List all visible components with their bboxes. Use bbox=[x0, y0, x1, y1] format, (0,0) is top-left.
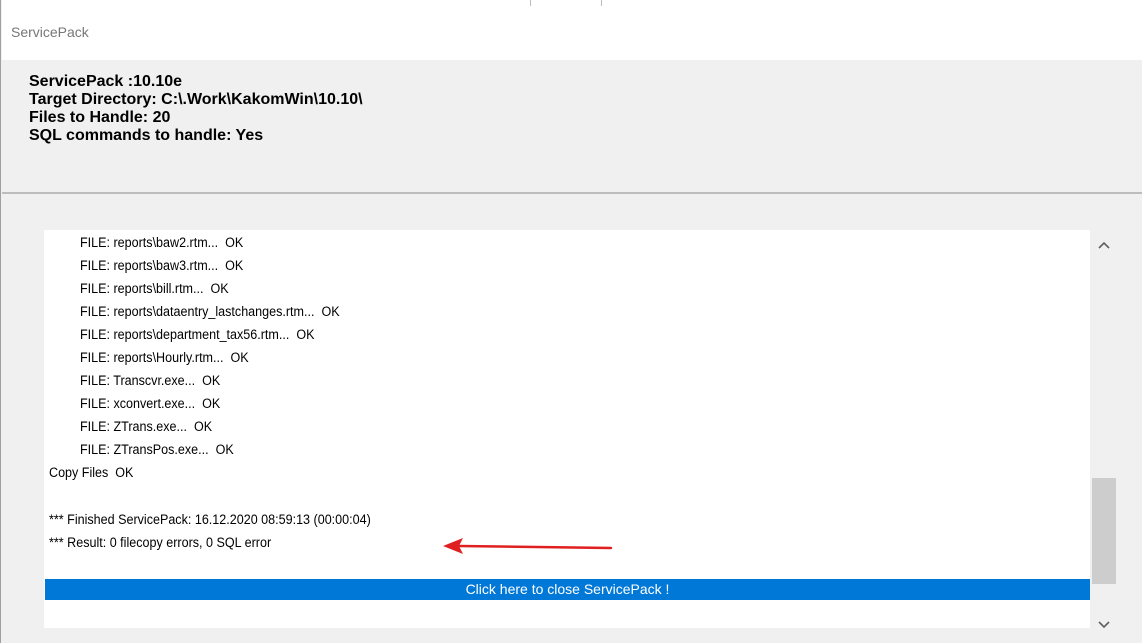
info-panel: ServicePack :10.10e Target Directory: C:… bbox=[2, 60, 1142, 194]
log-line: FILE: ZTrans.exe... OK bbox=[80, 419, 213, 434]
log-line: FILE: xconvert.exe... OK bbox=[80, 396, 221, 411]
servicepack-window: ServicePack ServicePack :10.10e Target D… bbox=[0, 0, 1142, 643]
scrollbar-thumb[interactable] bbox=[1092, 478, 1116, 584]
chevron-down-icon[interactable] bbox=[1090, 610, 1118, 638]
log-line: FILE: reports\Hourly.rtm... OK bbox=[80, 350, 249, 365]
title-bar[interactable]: ServicePack bbox=[2, 0, 1142, 60]
files-to-handle: Files to Handle: 20 bbox=[29, 109, 171, 126]
log-line: FILE: reports\baw2.rtm... OK bbox=[80, 235, 244, 250]
log-line: Copy Files OK bbox=[49, 465, 134, 480]
log-line: FILE: reports\department_tax56.rtm... OK bbox=[80, 327, 315, 342]
close-servicepack-button[interactable]: Click here to close ServicePack ! bbox=[45, 579, 1090, 600]
log-output[interactable]: FILE: reports\baw2.rtm... OK FILE: repor… bbox=[44, 230, 1090, 628]
red-arrow-icon bbox=[443, 538, 613, 554]
log-line: FILE: ZTransPos.exe... OK bbox=[80, 442, 234, 457]
log-line-result: *** Result: 0 filecopy errors, 0 SQL err… bbox=[49, 535, 272, 550]
window-title: ServicePack bbox=[11, 24, 89, 40]
log-line: FILE: reports\dataentry_lastchanges.rtm.… bbox=[80, 304, 340, 319]
top-notch-divider bbox=[530, 0, 602, 6]
log-line: FILE: reports\bill.rtm... OK bbox=[80, 281, 229, 296]
close-servicepack-label: Click here to close ServicePack ! bbox=[465, 581, 670, 597]
target-directory: Target Directory: C:\.Work\KakomWin\10.1… bbox=[29, 91, 363, 108]
log-line: FILE: Transcvr.exe... OK bbox=[80, 373, 221, 388]
servicepack-version: ServicePack :10.10e bbox=[29, 73, 183, 90]
sql-commands: SQL commands to handle: Yes bbox=[29, 127, 264, 144]
chevron-up-icon[interactable] bbox=[1090, 230, 1118, 258]
log-line-finished: *** Finished ServicePack: 16.12.2020 08:… bbox=[49, 512, 371, 527]
log-line: FILE: reports\baw3.rtm... OK bbox=[80, 258, 244, 273]
